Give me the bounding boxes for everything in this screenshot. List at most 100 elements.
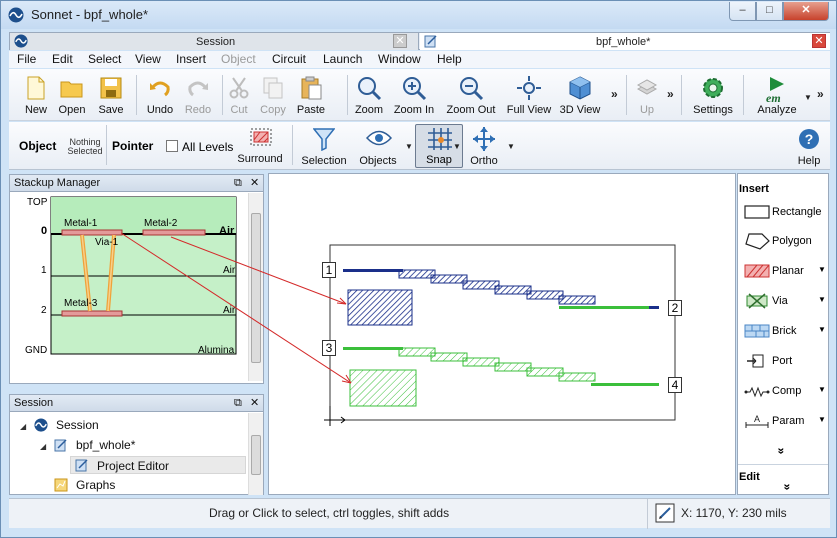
all-levels-checkbox[interactable] bbox=[166, 140, 178, 152]
tab-session[interactable]: Session ✕ bbox=[10, 33, 419, 50]
cursor-coordinates: X: 1170, Y: 230 mils bbox=[681, 506, 787, 520]
full-view-button[interactable]: Full View bbox=[503, 71, 555, 119]
polygon-icon bbox=[745, 233, 770, 250]
insert-via-dropdown-icon[interactable]: ▼ bbox=[818, 295, 826, 304]
insert-port-button[interactable]: Port bbox=[742, 350, 828, 374]
port-4-label[interactable]: 4 bbox=[668, 377, 682, 393]
metal-2-legend-swatch[interactable] bbox=[349, 369, 417, 407]
menu-window[interactable]: Window bbox=[378, 52, 421, 66]
session-scrollbar[interactable] bbox=[248, 413, 263, 495]
insert-planar-button[interactable]: Planar ▼ bbox=[742, 260, 828, 284]
insert-via-button[interactable]: Via ▼ bbox=[742, 290, 828, 314]
insert-comp-dropdown-icon[interactable]: ▼ bbox=[818, 385, 826, 394]
port-2-label[interactable]: 2 bbox=[668, 300, 682, 316]
menu-edit[interactable]: Edit bbox=[52, 52, 73, 66]
port-1-label[interactable]: 1 bbox=[322, 262, 336, 278]
cut-button[interactable]: Cut bbox=[224, 71, 254, 119]
edit-more-icon[interactable]: » bbox=[780, 484, 794, 491]
insert-polygon-button[interactable]: Polygon bbox=[742, 230, 828, 254]
tab-bpf-whole-close-button[interactable]: ✕ bbox=[812, 34, 826, 48]
toolbar-overflow-icon[interactable]: » bbox=[817, 87, 824, 101]
selection-label: Selection bbox=[301, 155, 347, 167]
new-button[interactable]: New bbox=[19, 71, 53, 119]
paste-button[interactable]: Paste bbox=[294, 71, 328, 119]
close-panel-icon[interactable]: ✕ bbox=[250, 175, 259, 191]
insert-more-icon[interactable]: » bbox=[774, 448, 788, 455]
3d-view-button[interactable]: 3D View bbox=[557, 71, 603, 119]
port-icon bbox=[747, 354, 764, 368]
maximize-button[interactable]: □ bbox=[756, 2, 783, 21]
status-divider bbox=[647, 499, 648, 529]
tab-bpf-whole[interactable]: bpf_whole* ✕ bbox=[420, 33, 830, 50]
analyze-dropdown-icon[interactable]: ▼ bbox=[804, 93, 812, 102]
menu-view[interactable]: View bbox=[135, 52, 161, 66]
float-panel-icon[interactable]: ⧉ bbox=[234, 175, 242, 191]
magnifier-icon bbox=[358, 77, 382, 101]
analyze-button[interactable]: em Analyze bbox=[749, 71, 805, 119]
selection-filter-button[interactable]: Selection bbox=[298, 124, 350, 172]
insert-panel-title: Insert bbox=[739, 183, 769, 195]
save-button[interactable]: Save bbox=[94, 71, 128, 119]
tab-session-close-button[interactable]: ✕ bbox=[393, 34, 407, 48]
undo-button[interactable]: Undo bbox=[142, 71, 178, 119]
insert-brick-button[interactable]: Brick ▼ bbox=[742, 320, 828, 344]
objects-label: Objects bbox=[359, 155, 397, 167]
menu-insert[interactable]: Insert bbox=[176, 52, 206, 66]
minimize-button[interactable]: – bbox=[729, 2, 756, 21]
toolbar-overflow-icon[interactable]: » bbox=[667, 87, 674, 101]
toolbar-separator bbox=[681, 75, 682, 115]
redo-button[interactable]: Redo bbox=[180, 71, 216, 119]
insert-planar-dropdown-icon[interactable]: ▼ bbox=[818, 265, 826, 274]
rectangle-icon bbox=[744, 205, 770, 219]
help-button[interactable]: ? Help bbox=[791, 124, 827, 172]
tree-item-project-editor[interactable]: Project Editor bbox=[70, 456, 246, 474]
close-window-button[interactable]: ✕ bbox=[783, 2, 829, 21]
zoom-button[interactable]: Zoom bbox=[350, 71, 388, 119]
insert-comp-button[interactable]: Comp ▼ bbox=[742, 380, 828, 404]
menu-select[interactable]: Select bbox=[88, 52, 121, 66]
port-3-label[interactable]: 3 bbox=[322, 340, 336, 356]
insert-via-label: Via bbox=[772, 295, 788, 307]
brick-icon bbox=[744, 324, 770, 338]
zoom-in-button[interactable]: Zoom In bbox=[391, 71, 437, 119]
new-file-icon bbox=[27, 76, 45, 100]
stackup-scrollbar-thumb[interactable] bbox=[251, 213, 261, 363]
menu-file[interactable]: File bbox=[17, 52, 36, 66]
zoom-label: Zoom bbox=[354, 104, 384, 116]
menu-circuit[interactable]: Circuit bbox=[272, 52, 306, 66]
session-scrollbar-thumb[interactable] bbox=[251, 435, 261, 475]
insert-param-button[interactable]: A Param ▼ bbox=[742, 410, 828, 434]
float-panel-icon[interactable]: ⧉ bbox=[234, 395, 242, 411]
tree-item-bpf-whole[interactable]: ◢ bpf_whole* bbox=[40, 438, 135, 452]
settings-button[interactable]: Settings bbox=[689, 71, 737, 119]
up-label: Up bbox=[639, 104, 655, 116]
ortho-button[interactable]: Ortho bbox=[464, 124, 504, 172]
stackup-manager-title: Stackup Manager bbox=[14, 177, 101, 189]
open-button[interactable]: Open bbox=[54, 71, 90, 119]
menu-object[interactable]: Object bbox=[221, 52, 256, 66]
toolbar-separator bbox=[347, 75, 348, 115]
toolbar-separator bbox=[292, 125, 293, 165]
insert-brick-label: Brick bbox=[772, 325, 797, 337]
insert-rectangle-button[interactable]: Rectangle bbox=[742, 201, 828, 225]
menu-launch[interactable]: Launch bbox=[323, 52, 362, 66]
menu-help[interactable]: Help bbox=[437, 52, 462, 66]
tree-item-session[interactable]: ◢ Session bbox=[20, 418, 99, 432]
close-panel-icon[interactable]: ✕ bbox=[250, 395, 259, 411]
surround-button[interactable]: Surround bbox=[235, 124, 285, 172]
up-button[interactable]: Up bbox=[630, 71, 664, 119]
zoom-out-button[interactable]: Zoom Out bbox=[442, 71, 500, 119]
stackup-scrollbar[interactable] bbox=[248, 193, 263, 381]
layout-canvas[interactable]: 1 2 3 4 bbox=[268, 173, 736, 495]
metal-2-label: Metal-2 bbox=[144, 218, 178, 229]
snap-dropdown-icon[interactable]: ▼ bbox=[453, 142, 461, 151]
objects-button[interactable]: Objects bbox=[353, 124, 403, 172]
objects-dropdown-icon[interactable]: ▼ bbox=[405, 142, 413, 151]
metal-1-legend-swatch[interactable] bbox=[347, 289, 413, 326]
ortho-dropdown-icon[interactable]: ▼ bbox=[507, 142, 515, 151]
insert-param-dropdown-icon[interactable]: ▼ bbox=[818, 415, 826, 424]
toolbar-overflow-icon[interactable]: » bbox=[611, 87, 618, 101]
filter-top-metal-2[interactable] bbox=[559, 306, 649, 309]
copy-button[interactable]: Copy bbox=[256, 71, 290, 119]
insert-brick-dropdown-icon[interactable]: ▼ bbox=[818, 325, 826, 334]
